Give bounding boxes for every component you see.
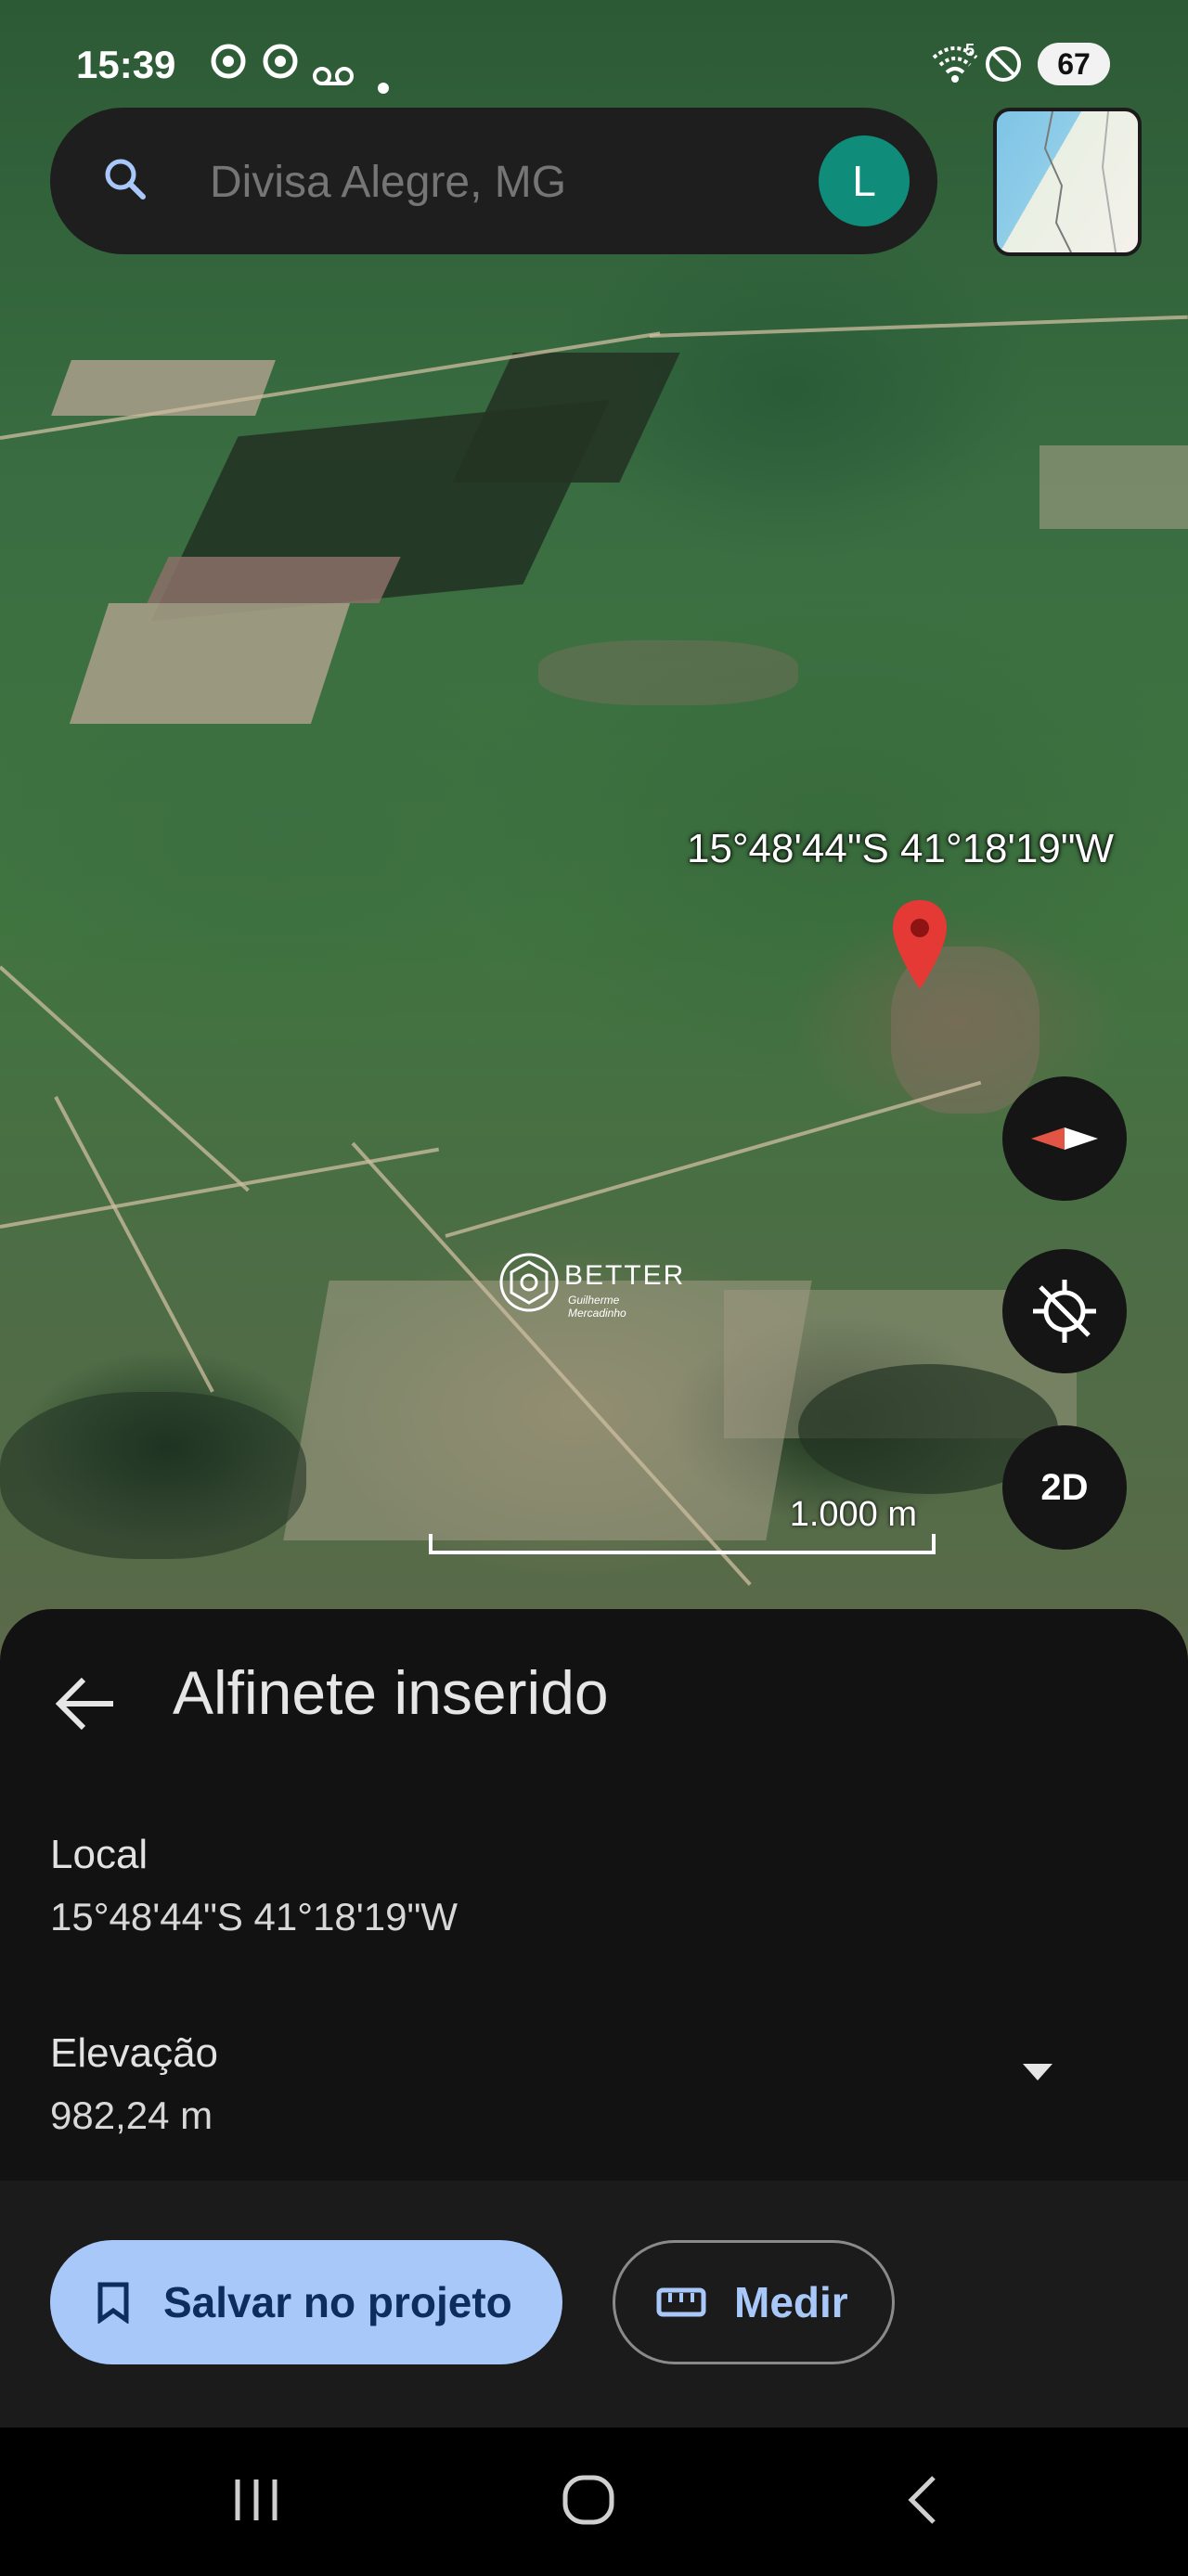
road — [445, 1080, 982, 1238]
location-off-icon — [1033, 1280, 1096, 1343]
field-patch — [51, 360, 276, 416]
compass-button[interactable] — [1002, 1076, 1127, 1201]
map-layers-button[interactable] — [993, 108, 1142, 256]
bookmark-icon — [97, 2282, 129, 2324]
voicemail-icon — [312, 52, 355, 97]
action-bar: Salvar no projeto Medir — [0, 2181, 1188, 2428]
field-patch — [69, 603, 351, 724]
field-patch — [538, 640, 798, 705]
my-location-button[interactable] — [1002, 1249, 1127, 1373]
recent-apps-icon[interactable] — [228, 2472, 284, 2528]
chrome-icon — [210, 43, 247, 89]
watermark-icon — [499, 1253, 559, 1312]
scale-label: 1.000 m — [789, 1495, 917, 1534]
scale-bar: 1.000 m — [429, 1489, 939, 1554]
battery-indicator: 67 — [1038, 43, 1110, 85]
elevation-label: Elevação — [50, 2030, 219, 2076]
expand-icon[interactable] — [1021, 2060, 1054, 2082]
measure-button[interactable]: Medir — [613, 2240, 895, 2364]
save-to-project-button[interactable]: Salvar no projeto — [50, 2240, 562, 2364]
dot-icon — [377, 59, 390, 104]
location-label: Local — [50, 1832, 148, 1877]
search-icon[interactable] — [100, 154, 152, 211]
back-arrow-icon[interactable] — [52, 1667, 126, 1741]
do-not-disturb-icon — [984, 45, 1023, 93]
map-pin-icon[interactable] — [889, 898, 950, 996]
avatar[interactable]: L — [819, 135, 910, 226]
scale-bar-line — [429, 1534, 936, 1554]
place-details-sheet: Alfinete inserido Local 15°48'44"S 41°18… — [0, 1609, 1188, 2181]
field-patch — [1040, 445, 1188, 529]
status-bar: 15:39 5 67 — [0, 0, 1188, 104]
road — [0, 1147, 440, 1229]
watermark-text: BETTER — [564, 1260, 686, 1291]
wifi-badge: 5 — [965, 41, 975, 59]
field-patch — [147, 557, 401, 603]
search-input[interactable] — [208, 145, 843, 219]
save-button-label: Salvar no projeto — [163, 2278, 512, 2326]
elevation-value: 982,24 m — [50, 2093, 213, 2137]
home-icon[interactable] — [561, 2472, 616, 2528]
ruler-icon — [656, 2287, 706, 2317]
view-mode-button[interactable]: 2D — [1002, 1425, 1127, 1550]
compass-icon — [1031, 1127, 1098, 1150]
chrome-icon — [262, 43, 299, 89]
minimap-icon — [1043, 111, 1117, 252]
system-nav-bar — [0, 2428, 1188, 2576]
pin-coordinates-label: 15°48'44"S 41°18'19"W — [687, 826, 1114, 871]
watermark-logo: BETTER Guilherme Mercadinho — [497, 1251, 683, 1320]
measure-button-label: Medir — [734, 2278, 848, 2326]
road — [0, 965, 250, 1192]
field-patch — [0, 1392, 306, 1559]
road — [649, 315, 1188, 338]
location-value: 15°48'44"S 41°18'19"W — [50, 1895, 458, 1938]
back-icon[interactable] — [898, 2472, 954, 2528]
search-bar[interactable]: L — [50, 108, 937, 254]
sheet-title: Alfinete inserido — [173, 1658, 609, 1727]
field-patch — [452, 353, 680, 483]
watermark-subtext: Guilherme Mercadinho — [568, 1294, 626, 1320]
status-time: 15:39 — [76, 43, 176, 86]
